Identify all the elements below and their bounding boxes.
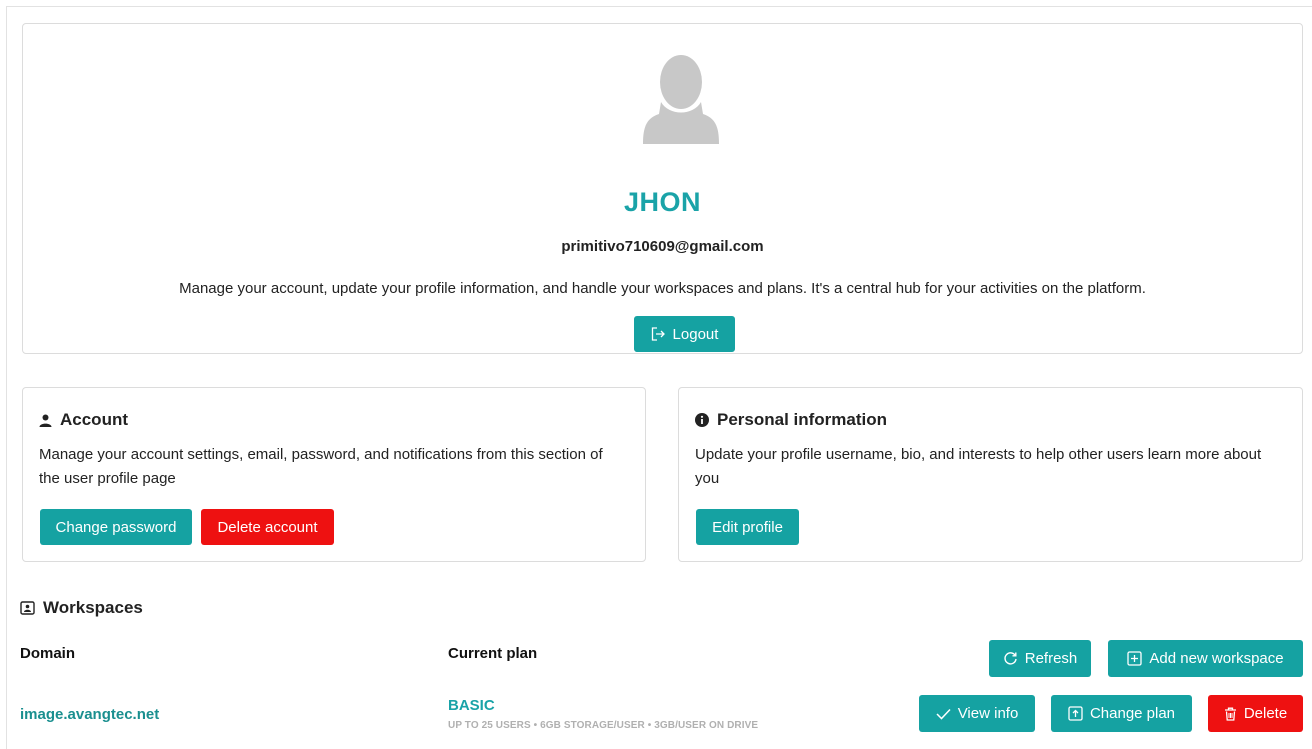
profile-email: primitivo710609@gmail.com [561,238,764,255]
workspace-plan-details: UP TO 25 USERS • 6GB STORAGE/USER • 3GB/… [448,720,759,731]
add-new-workspace-button[interactable]: Add new workspace [1108,640,1303,677]
plus-square-icon [1127,651,1143,666]
trash-icon [1224,707,1236,721]
delete-account-label: Delete account [217,518,318,536]
delete-account-button[interactable]: Delete account [201,509,334,545]
upload-square-icon [1068,706,1083,721]
change-password-label: Change password [55,518,177,536]
edit-profile-button[interactable]: Edit profile [696,509,799,545]
refresh-label: Refresh [1024,650,1078,667]
logout-label: Logout [672,325,719,343]
user-icon [39,414,52,427]
logout-icon [651,327,665,341]
edit-profile-label: Edit profile [712,518,783,536]
change-plan-label: Change plan [1089,705,1176,722]
user-silhouette-icon [643,55,719,144]
change-password-button[interactable]: Change password [40,509,192,545]
personal-info-card: Personal information Update your profile… [678,387,1303,562]
workspaces-title: Workspaces [43,598,143,617]
account-title-row: Account [39,410,128,430]
profile-card: JHON primitivo710609@gmail.com Manage yo… [22,23,1303,354]
personal-info-description: Update your profile username, bio, and i… [695,446,1262,487]
delete-workspace-button[interactable]: Delete [1208,695,1303,732]
profile-description: Manage your account, update your profile… [179,280,1146,297]
profile-name: JHON [623,187,701,217]
view-info-button[interactable]: View info [919,695,1035,732]
workspace-plan-name: BASIC [448,697,495,714]
account-title: Account [60,410,128,429]
logout-button[interactable]: Logout [634,316,735,352]
view-info-label: View info [957,705,1019,722]
refresh-icon [1004,652,1017,665]
workspaces-title-row: Workspaces [20,598,143,618]
refresh-button[interactable]: Refresh [989,640,1091,677]
add-new-workspace-label: Add new workspace [1149,650,1284,667]
workspace-domain-link[interactable]: image.avangtec.net [20,706,159,723]
personal-info-title-row: Personal information [695,410,887,430]
info-icon [695,413,709,427]
workspace-icon [20,601,35,615]
domain-column-header: Domain [20,645,76,662]
check-icon [936,708,951,720]
delete-workspace-label: Delete [1243,705,1288,722]
account-card: Account Manage your account settings, em… [22,387,646,562]
change-plan-button[interactable]: Change plan [1051,695,1192,732]
personal-info-title: Personal information [717,410,888,429]
plan-column-header: Current plan [448,645,538,662]
account-description: Manage your account settings, email, pas… [39,446,603,487]
